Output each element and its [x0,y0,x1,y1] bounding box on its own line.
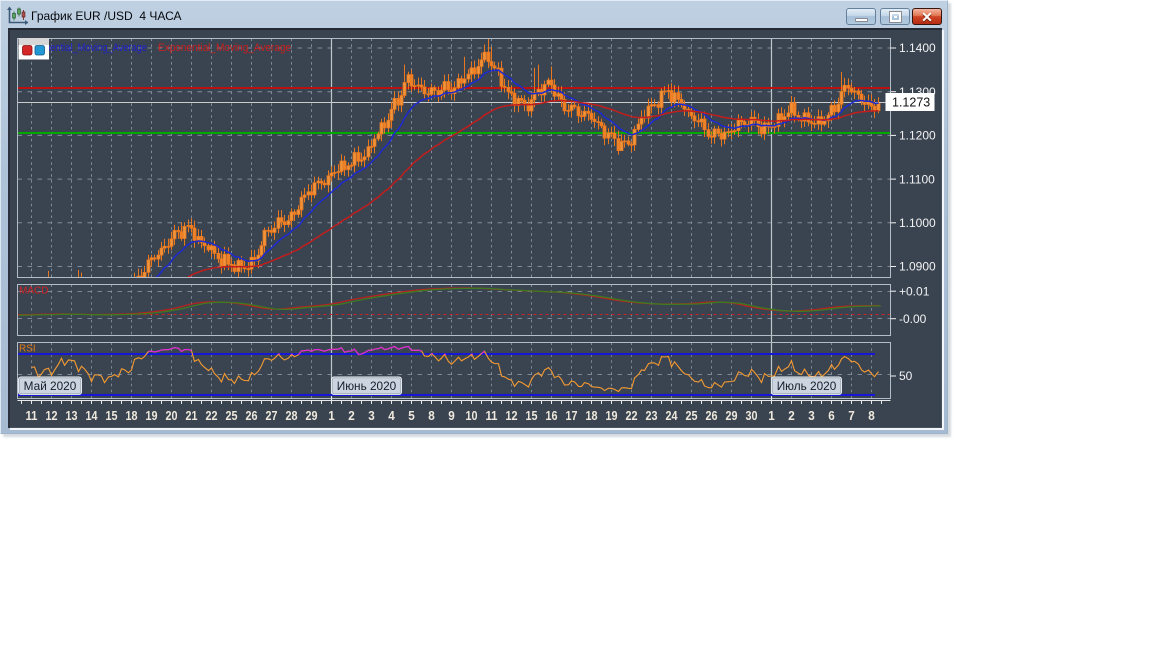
svg-text:1.1200: 1.1200 [899,129,936,143]
svg-text:12: 12 [46,408,58,423]
svg-text:10: 10 [466,408,478,423]
svg-text:15: 15 [106,408,118,423]
svg-text:1: 1 [328,408,335,423]
svg-text:23: 23 [646,408,658,423]
svg-text:19: 19 [146,408,158,423]
svg-text:4: 4 [388,408,395,423]
svg-text:2: 2 [788,408,795,423]
svg-text:30: 30 [746,408,758,423]
svg-text:17: 17 [566,408,578,423]
svg-text:3: 3 [368,408,375,423]
svg-text:2: 2 [348,408,355,423]
svg-text:8: 8 [428,408,435,423]
svg-text:27: 27 [266,408,278,423]
svg-text:+0.01: +0.01 [899,284,930,298]
svg-text:1.1400: 1.1400 [899,41,936,55]
svg-text:11: 11 [26,408,38,423]
svg-text:1.0900: 1.0900 [899,260,936,274]
svg-text:26: 26 [706,408,718,423]
svg-text:28: 28 [286,408,298,423]
svg-text:11: 11 [486,408,498,423]
svg-text:1.1273: 1.1273 [892,96,930,110]
svg-text:21: 21 [186,408,198,423]
svg-text:50: 50 [899,369,913,383]
svg-text:25: 25 [226,408,238,423]
svg-text:1.1100: 1.1100 [899,172,935,186]
svg-text:Exponential_Moving_Average: Exponential_Moving_Average [158,42,291,54]
svg-text:MACD: MACD [19,286,48,297]
svg-text:14: 14 [86,408,99,423]
svg-text:RSI: RSI [19,344,36,355]
svg-text:19: 19 [606,408,618,423]
svg-text:3: 3 [808,408,815,423]
svg-text:18: 18 [586,408,598,423]
svg-text:16: 16 [546,408,558,423]
svg-text:25: 25 [686,408,698,423]
svg-text:Июль 2020: Июль 2020 [777,379,837,393]
svg-text:7: 7 [848,408,855,423]
svg-text:22: 22 [626,408,638,423]
svg-text:12: 12 [506,408,518,423]
svg-text:Май 2020: Май 2020 [24,379,77,393]
svg-text:15: 15 [526,408,538,423]
svg-text:29: 29 [306,408,318,423]
svg-text:29: 29 [726,408,738,423]
svg-text:9: 9 [448,408,455,423]
svg-text:24: 24 [666,408,679,423]
svg-text:18: 18 [126,408,138,423]
svg-text:6: 6 [828,408,835,423]
svg-text:1.1000: 1.1000 [899,216,936,230]
svg-text:-0.00: -0.00 [899,312,927,326]
svg-text:1: 1 [768,408,775,423]
svg-text:Июнь 2020: Июнь 2020 [337,379,397,393]
svg-text:8: 8 [868,408,875,423]
svg-text:26: 26 [246,408,258,423]
svg-text:20: 20 [166,408,178,423]
svg-text:22: 22 [206,408,218,423]
svg-text:13: 13 [66,408,78,423]
svg-text:5: 5 [408,408,415,423]
